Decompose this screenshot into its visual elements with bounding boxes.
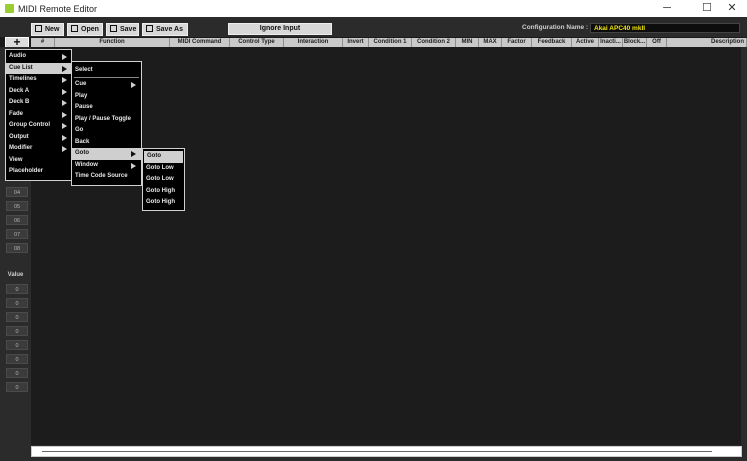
row-button[interactable]: 04	[6, 187, 28, 197]
col-header[interactable]: Block...	[623, 38, 647, 47]
row-button[interactable]: 08	[6, 243, 28, 253]
right-scroll-area	[741, 47, 747, 461]
submenu-arrow-icon	[62, 146, 67, 152]
app-icon	[5, 4, 14, 13]
row-button[interactable]: 06	[6, 215, 28, 225]
menu-item-goto-high[interactable]: Goto High	[143, 197, 184, 209]
table-header: # Function MIDI Command Control Type Int…	[31, 38, 747, 47]
menu-item-goto-low[interactable]: Goto Low	[143, 163, 184, 175]
submenu-arrow-icon	[62, 77, 67, 83]
new-button[interactable]: New	[31, 23, 64, 36]
col-header[interactable]: Function	[55, 38, 170, 47]
context-menu-cue-list: Select Cue Play Pause Play / Pause Toggl…	[71, 61, 142, 186]
menu-item-select[interactable]: Select	[72, 65, 141, 77]
menu-item-back[interactable]: Back	[72, 137, 141, 149]
submenu-arrow-icon	[62, 100, 67, 106]
col-header[interactable]: Control Type	[230, 38, 284, 47]
col-header[interactable]: Factor	[502, 38, 532, 47]
disk-icon	[110, 25, 117, 32]
col-header[interactable]: MIDI Command	[170, 38, 230, 47]
menu-item-goto-low[interactable]: Goto Low	[143, 174, 184, 186]
col-header[interactable]: Condition 2	[412, 38, 456, 47]
folder-icon	[71, 25, 78, 32]
submenu-arrow-icon	[62, 111, 67, 118]
row-button[interactable]: 05	[6, 201, 28, 211]
value-cell[interactable]: 0	[6, 382, 28, 392]
value-cell[interactable]: 0	[6, 284, 28, 294]
row-button[interactable]: 07	[6, 229, 28, 239]
col-header[interactable]: Description	[667, 38, 747, 47]
disk-icon	[146, 25, 153, 32]
context-menu-goto: Goto Goto Low Goto Low Goto High Goto Hi…	[142, 148, 185, 211]
menu-item-time-code-source[interactable]: Time Code Source	[72, 171, 141, 183]
menu-item-play-pause-toggle[interactable]: Play / Pause Toggle	[72, 114, 141, 126]
menu-item-play[interactable]: Play	[72, 91, 141, 103]
menu-item-view[interactable]: View	[6, 155, 71, 167]
title-bar: MIDI Remote Editor ─ ☐ ✕	[0, 0, 747, 17]
col-header[interactable]: Condition 1	[369, 38, 412, 47]
close-button[interactable]: ✕	[717, 0, 747, 17]
menu-item-goto-exact[interactable]: Goto	[144, 151, 183, 163]
value-cell[interactable]: 0	[6, 340, 28, 350]
context-menu-main: Audio Cue List Timelines Deck A Deck B F…	[5, 49, 72, 181]
submenu-arrow-icon	[62, 123, 67, 129]
submenu-arrow-icon	[131, 151, 136, 157]
scroll-track	[42, 451, 712, 452]
value-label: Value	[7, 272, 24, 278]
value-cell[interactable]: 0	[6, 326, 28, 336]
submenu-arrow-icon	[62, 88, 67, 95]
horizontal-scrollbar[interactable]	[31, 446, 742, 457]
menu-item-go[interactable]: Go	[72, 125, 141, 137]
config-name-label: Configuration Name :	[522, 24, 589, 31]
save-button[interactable]: Save	[106, 23, 139, 36]
save-as-button[interactable]: Save As	[142, 23, 188, 36]
submenu-arrow-icon	[62, 54, 67, 60]
open-button[interactable]: Open	[67, 23, 103, 36]
submenu-arrow-icon	[62, 65, 67, 72]
col-header[interactable]: MIN	[456, 38, 479, 47]
col-header[interactable]: #	[31, 38, 55, 47]
menu-item-pause[interactable]: Pause	[72, 102, 141, 114]
menu-item-goto-high[interactable]: Goto High	[143, 186, 184, 198]
ignore-input-button[interactable]: Ignore Input	[228, 23, 332, 35]
col-header[interactable]: MAX	[479, 38, 502, 47]
value-cell[interactable]: 0	[6, 368, 28, 378]
col-header[interactable]: Invert	[343, 38, 369, 47]
col-header[interactable]: Off	[647, 38, 667, 47]
value-cell[interactable]: 0	[6, 312, 28, 322]
new-file-icon	[35, 25, 42, 32]
minimize-button[interactable]: ─	[652, 0, 682, 17]
value-cell[interactable]: 0	[6, 354, 28, 364]
col-header[interactable]: Inacti...	[599, 38, 623, 47]
submenu-arrow-icon	[62, 134, 67, 141]
submenu-arrow-icon	[131, 162, 136, 169]
submenu-arrow-icon	[131, 82, 136, 88]
window-title: MIDI Remote Editor	[18, 4, 98, 14]
value-cell[interactable]: 0	[6, 298, 28, 308]
menu-item-placeholder[interactable]: Placeholder	[6, 166, 71, 178]
config-name-input[interactable]: Akai APC40 mkII	[590, 23, 740, 33]
col-header[interactable]: Feedback	[532, 38, 572, 47]
col-header[interactable]: Active	[572, 38, 599, 47]
menu-separator	[74, 77, 139, 78]
col-header[interactable]: Interaction	[284, 38, 343, 47]
